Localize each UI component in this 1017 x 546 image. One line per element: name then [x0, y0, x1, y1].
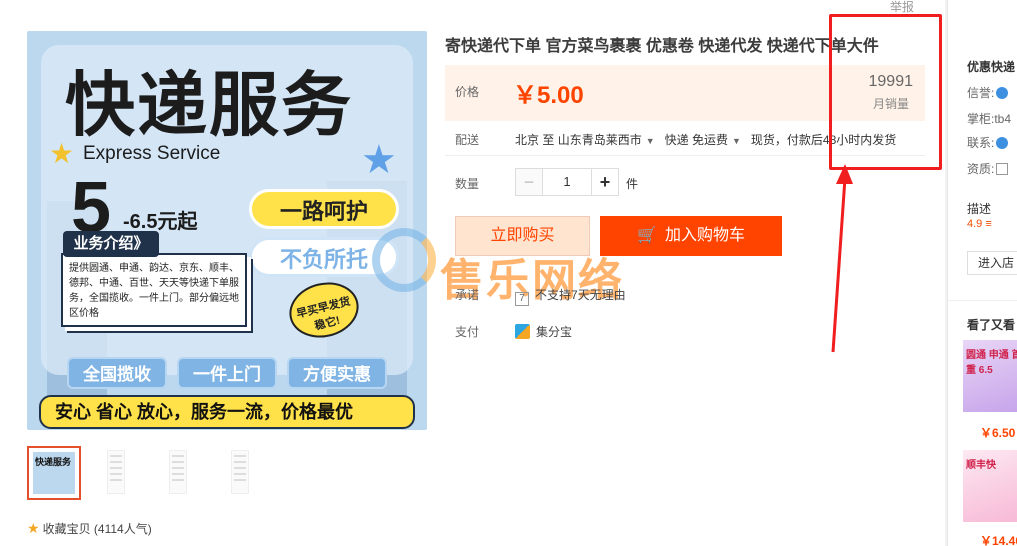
- image-price-range: -6.5元起: [123, 211, 198, 233]
- qualification-label: 资质:: [967, 162, 995, 176]
- product-main-image[interactable]: 快递服务 ★ ★ Express Service 5 -6.5元起 一路呵护 不…: [27, 31, 427, 430]
- product-title: 寄快递代下单 官方菜鸟裹裹 优惠卷 快递代发 快递代下单大件: [445, 38, 879, 55]
- star-icon: ★: [361, 138, 397, 182]
- chevron-down-icon: ▼: [731, 136, 741, 146]
- image-intro-text: 提供圆通、申通、韵达、京东、顺丰、德邦、中通、百世、天天等快递下单服务，全国揽收…: [61, 253, 247, 327]
- recommended-item[interactable]: 顺丰快: [963, 450, 1017, 522]
- report-link[interactable]: 举报: [890, 0, 914, 15]
- desc-label: 描述: [967, 202, 992, 216]
- recommended-item-text: 顺丰快: [966, 460, 996, 471]
- quantity-label: 数量: [455, 177, 480, 191]
- image-intro-tab: 业务介绍》: [63, 231, 159, 257]
- star-icon: ★: [49, 138, 75, 169]
- recommended-item-price: ￥6.50: [980, 426, 1016, 440]
- shop-info-panel: 优惠快递 信誉: 掌柜:tb4 联系: 资质: 描述 4.9 ≡ 进入店 看了又…: [947, 0, 1017, 546]
- thumbnail[interactable]: 快递服务: [27, 446, 81, 500]
- chat-icon[interactable]: [996, 137, 1009, 149]
- favorite-button[interactable]: ★ 收藏宝贝 (4114人气): [27, 520, 152, 537]
- quantity-unit: 件: [626, 177, 639, 191]
- quantity-stepper: − 1 +: [515, 168, 619, 196]
- add-to-cart-button[interactable]: 🛒 加入购物车: [600, 216, 782, 256]
- thumbnail-image: [169, 450, 187, 494]
- recommended-item-text: 圆通 申通 首重 6.5: [966, 350, 1017, 376]
- star-icon: ★: [27, 520, 40, 536]
- shipping-label: 配送: [455, 133, 480, 147]
- thumbnail-caption: 快递服务: [35, 457, 72, 467]
- image-pill-yellow: 一路呵护: [249, 189, 399, 229]
- shop-name[interactable]: 优惠快递: [967, 58, 1015, 75]
- thumbnail[interactable]: [89, 446, 143, 500]
- promise-info: 7 不支持7天无理由: [515, 286, 626, 306]
- thumbnail-image: 快递服务: [33, 452, 75, 494]
- thumbnail-image: [231, 450, 249, 494]
- ship-method: 快递 免运费: [664, 133, 728, 147]
- owner-row: 掌柜:tb4: [967, 110, 1011, 127]
- thumbnail[interactable]: [213, 446, 267, 500]
- image-feature: 全国揽收: [67, 357, 167, 389]
- promise-label: 承诺: [455, 288, 480, 302]
- recommended-item-price: ￥14.40: [980, 534, 1017, 546]
- annotation-box: [829, 14, 942, 170]
- thumbnail-image: [107, 450, 125, 494]
- price-label: 价格: [455, 85, 480, 99]
- annotation-arrow-icon: [831, 164, 853, 353]
- image-feature: 方便实惠: [287, 357, 387, 389]
- credit-label: 信誉:: [967, 86, 995, 100]
- promise-text: 不支持7天无理由: [535, 288, 626, 302]
- recommended-item[interactable]: 圆通 申通 首重 6.5: [963, 340, 1017, 412]
- owner-value[interactable]: tb4: [994, 112, 1011, 126]
- image-subtitle: Express Service: [83, 143, 221, 164]
- cart-icon: 🛒: [637, 227, 657, 244]
- ship-method-selector[interactable]: 快递 免运费 ▼: [665, 133, 751, 147]
- watermark-logo: [372, 228, 436, 292]
- image-banner: 安心 省心 放心，服务一流，价格最优: [39, 395, 415, 429]
- no-return-icon: 7: [515, 292, 529, 306]
- divider: [948, 300, 1017, 301]
- quantity-minus-button[interactable]: −: [515, 168, 543, 196]
- add-to-cart-label: 加入购物车: [664, 227, 745, 244]
- owner-label: 掌柜:: [967, 112, 995, 126]
- enter-shop-button[interactable]: 进入店: [967, 251, 1017, 275]
- payment-label: 支付: [455, 325, 480, 339]
- desc-score: 4.9 ≡: [967, 218, 992, 230]
- qualification-row: 资质:: [967, 160, 1009, 177]
- ship-to: 山东青岛莱西市: [557, 133, 642, 147]
- payment-text: 集分宝: [536, 325, 573, 339]
- product-main-panel: 举报 快递服务 ★ ★ Express Service 5 -6.5元起 一路呵…: [0, 0, 945, 546]
- contact-label: 联系:: [967, 136, 995, 150]
- jifenbao-icon: [515, 324, 530, 339]
- chevron-down-icon: ▼: [645, 136, 655, 146]
- price-value: ￥5.00: [513, 82, 584, 109]
- credit-row: 信誉:: [967, 84, 1009, 101]
- image-title: 快递服务: [65, 64, 353, 146]
- payment-info: 集分宝: [515, 323, 572, 340]
- credit-badge-icon: [996, 87, 1009, 99]
- quantity-input[interactable]: 1: [543, 168, 591, 196]
- thumbnail[interactable]: [151, 446, 205, 500]
- ship-to-selector[interactable]: 山东青岛莱西市 ▼: [558, 133, 665, 147]
- ship-from: 北京 至: [515, 133, 555, 147]
- favorite-label: 收藏宝贝 (4114人气): [42, 522, 152, 536]
- contact-row: 联系:: [967, 134, 1009, 151]
- also-viewed-title: 看了又看: [967, 318, 1016, 332]
- license-icon[interactable]: [996, 163, 1009, 175]
- quantity-plus-button[interactable]: +: [591, 168, 619, 196]
- image-feature: 一件上门: [177, 357, 277, 389]
